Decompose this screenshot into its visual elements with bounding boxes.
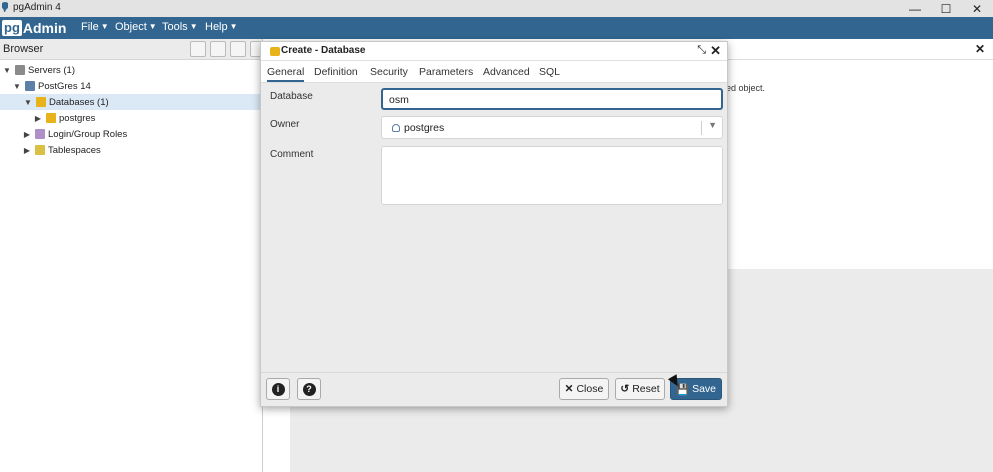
tab-advanced[interactable]: Advanced [483,66,530,78]
dialog-footer: i ? ✕ Close ↺ Reset 💾 Save [261,372,727,406]
databases-icon [36,97,46,107]
select-divider [701,121,702,135]
menu-file[interactable]: File ▼ [81,21,109,33]
info-button[interactable]: i [266,378,290,400]
chevron-down-icon: ▼ [148,22,157,31]
chevron-down-icon: ▼ [189,22,198,31]
chevron-down-icon: ▼ [100,22,109,31]
tree-item-login-roles[interactable]: ▶ Login/Group Roles [22,126,260,142]
database-icon [270,47,280,56]
tablespaces-icon [35,145,45,155]
server-icon [25,81,35,91]
chevron-down-icon[interactable]: ▼ [708,120,717,130]
owner-value: postgres [404,122,445,134]
help-button[interactable]: ? [297,378,321,400]
database-icon [46,113,56,123]
pgadmin-logo: pg Admin [2,20,66,36]
close-panel-icon[interactable]: ✕ [975,42,985,56]
close-icon[interactable]: ✕ [961,0,993,17]
chevron-right-icon[interactable]: ▶ [22,130,32,139]
owner-select[interactable]: postgres ▼ [381,116,723,139]
database-name-value: osm [389,94,409,106]
database-name-input[interactable]: osm [381,88,723,110]
owner-label: Owner [270,119,300,130]
close-icon: ✕ [564,383,574,395]
reset-icon: ↺ [620,383,630,395]
elephant-icon [2,2,8,12]
server-group-icon [15,65,25,75]
chevron-down-icon[interactable]: ▼ [23,98,33,107]
tree-item-servers[interactable]: ▼ Servers (1) [2,62,260,78]
database-label: Database [270,91,313,102]
panel-message: ed object. [726,83,766,93]
browser-title: Browser [3,43,44,55]
tree-item-tablespaces[interactable]: ▶ Tablespaces [22,142,260,158]
comment-textarea[interactable] [381,146,723,205]
tab-sql[interactable]: SQL [539,66,560,78]
close-dialog-icon[interactable]: ✕ [710,43,721,59]
browser-panel: Browser ▼ Servers (1) ▼ PostGres 14 ▼ Da… [0,39,266,472]
chevron-right-icon[interactable]: ▶ [22,146,32,155]
roles-icon [35,129,45,139]
minimize-icon[interactable]: — [899,0,931,17]
window-title: pgAdmin 4 [13,2,61,13]
chevron-down-icon: ▼ [229,22,238,31]
reset-button[interactable]: ↺ Reset [615,378,665,400]
view-data-icon[interactable] [210,41,226,57]
menu-object[interactable]: Object ▼ [115,21,157,33]
logo-admin: Admin [22,20,67,36]
tree-item-postgres[interactable]: ▶ postgres [33,110,260,126]
query-tool-icon[interactable] [190,41,206,57]
dialog-title: Create - Database [281,45,366,56]
create-database-dialog: Create - Database ⤡ ✕ General Definition… [260,41,728,407]
menu-help[interactable]: Help ▼ [205,21,238,33]
tab-parameters[interactable]: Parameters [419,66,473,78]
menu-bar: pg Admin File ▼ Object ▼ Tools ▼ Help ▼ [0,17,993,39]
filter-icon[interactable] [230,41,246,57]
tab-security[interactable]: Security [370,66,408,78]
info-icon: i [271,382,285,396]
chevron-down-icon[interactable]: ▼ [12,82,22,91]
dialog-header: Create - Database ⤡ ✕ [261,42,727,61]
maximize-icon[interactable]: ☐ [930,0,962,17]
close-button[interactable]: ✕ Close [559,378,609,400]
menu-tools[interactable]: Tools ▼ [162,21,198,33]
comment-label: Comment [270,149,314,160]
tree-item-databases[interactable]: ▼ Databases (1) [0,94,263,110]
tree-item-server[interactable]: ▼ PostGres 14 [12,78,260,94]
maximize-dialog-icon[interactable]: ⤡ [697,44,706,57]
window-titlebar: pgAdmin 4 — ☐ ✕ [0,0,993,17]
chevron-down-icon[interactable]: ▼ [2,66,12,75]
user-icon [392,124,400,132]
browser-header: Browser [0,39,266,60]
tab-general[interactable]: General [267,66,305,82]
help-icon: ? [302,382,316,396]
logo-pg: pg [2,20,22,36]
tab-definition[interactable]: Definition [314,66,358,78]
dialog-tabs: General Definition Security Parameters A… [261,61,727,83]
chevron-right-icon[interactable]: ▶ [33,114,43,123]
